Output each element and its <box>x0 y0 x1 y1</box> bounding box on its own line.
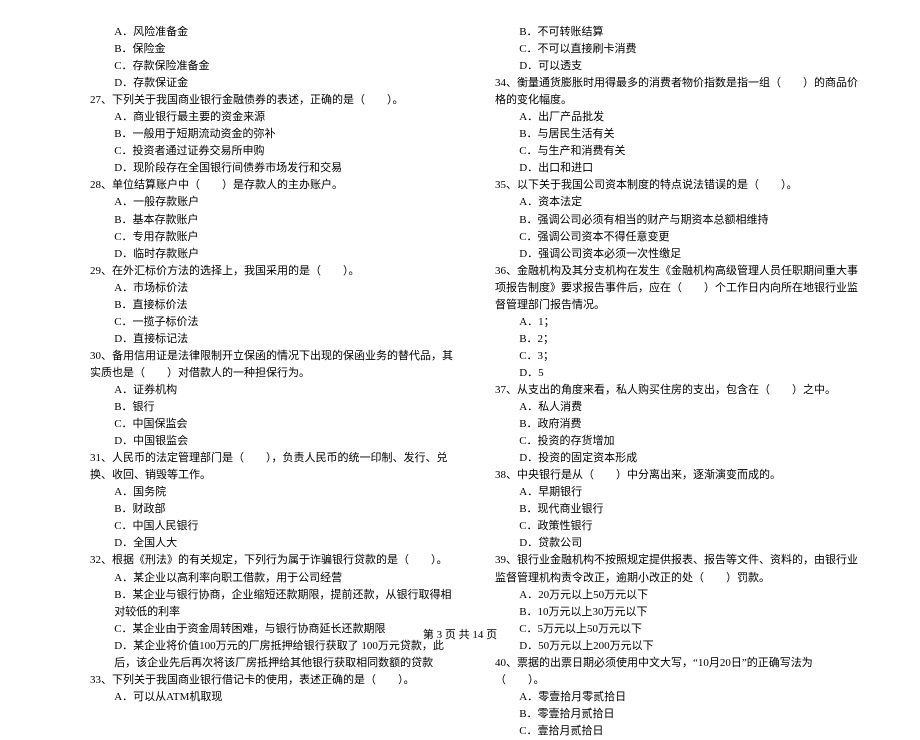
answer-option: C．中国人民银行 <box>90 518 455 535</box>
answer-option: C．3； <box>495 348 860 365</box>
answer-option: A．市场标价法 <box>90 280 455 297</box>
answer-option: D．中国银监会 <box>90 433 455 450</box>
answer-option: B．基本存款账户 <box>90 212 455 229</box>
answer-option: A．风险准备金 <box>90 24 455 41</box>
answer-option: A．1； <box>495 314 860 331</box>
answer-option: B．保险金 <box>90 41 455 58</box>
answer-option: C．中国保监会 <box>90 416 455 433</box>
answer-option: C．投资者通过证券交易所申购 <box>90 143 455 160</box>
question-line: 37、从支出的角度来看，私人购买住房的支出，包含在（ ）之中。 <box>495 382 860 399</box>
answer-option: A．可以从ATM机取现 <box>90 689 455 706</box>
answer-option: A．国务院 <box>90 484 455 501</box>
answer-option: D．投资的固定资本形成 <box>495 450 860 467</box>
question-line: 35、以下关于我国公司资本制度的特点说法错误的是（ ）。 <box>495 177 860 194</box>
answer-option: D．现阶段存在全国银行间债券市场发行和交易 <box>90 160 455 177</box>
answer-option: C．与生产和消费有关 <box>495 143 860 160</box>
answer-option: D．全国人大 <box>90 535 455 552</box>
question-line: 30、备用信用证是法律限制开立保函的情况下出现的保函业务的替代品，其实质也是（ … <box>90 348 455 382</box>
answer-option: C．一揽子标价法 <box>90 314 455 331</box>
question-line: 29、在外汇标价方法的选择上，我国采用的是（ ）。 <box>90 263 455 280</box>
question-line: 33、下列关于我国商业银行借记卡的使用，表述正确的是（ ）。 <box>90 672 455 689</box>
question-line: 32、根据《刑法》的有关规定，下列行为属于诈骗银行贷款的是（ ）。 <box>90 552 455 569</box>
answer-option: B．2； <box>495 331 860 348</box>
question-line: 31、人民币的法定管理部门是（ ），负责人民币的统一印制、发行、兑换、收回、销毁… <box>90 450 455 484</box>
answer-option: D．直接标记法 <box>90 331 455 348</box>
question-line: 34、衡量通货膨胀时用得最多的消费者物价指数是指一组（ ）的商品价格的变化幅度。 <box>495 75 860 109</box>
answer-option: A．出厂产品批发 <box>495 109 860 126</box>
question-line: 28、单位结算账户中（ ）是存款人的主办账户。 <box>90 177 455 194</box>
answer-option: B．银行 <box>90 399 455 416</box>
question-line: 27、下列关于我国商业银行金融债券的表述，正确的是（ ）。 <box>90 92 455 109</box>
answer-option: D．可以透支 <box>495 58 860 75</box>
answer-option: A．早期银行 <box>495 484 860 501</box>
answer-option: C．存款保险准备金 <box>90 58 455 75</box>
answer-option: A．零壹拾月零贰拾日 <box>495 689 860 706</box>
answer-option: B．政府消费 <box>495 416 860 433</box>
answer-option: B．10万元以上30万元以下 <box>495 604 860 621</box>
answer-option: A．私人消费 <box>495 399 860 416</box>
answer-option: D．强调公司资本必须一次性缴足 <box>495 246 860 263</box>
page-footer: 第 3 页 共 14 页 <box>0 626 920 642</box>
answer-option: D．出口和进口 <box>495 160 860 177</box>
answer-option: B．一般用于短期流动资金的弥补 <box>90 126 455 143</box>
answer-option: C．投资的存货增加 <box>495 433 860 450</box>
answer-option: B．与居民生活有关 <box>495 126 860 143</box>
answer-option: B．现代商业银行 <box>495 501 860 518</box>
answer-option: C．政策性银行 <box>495 518 860 535</box>
answer-option: A．资本法定 <box>495 194 860 211</box>
question-line: 40、票据的出票日期必须使用中文大写，“10月20日”的正确写法为（ ）。 <box>495 655 860 689</box>
answer-option: C．专用存款账户 <box>90 229 455 246</box>
answer-option: D．贷款公司 <box>495 535 860 552</box>
answer-option: D．某企业将价值100万元的厂房抵押给银行获取了 100万元贷款，此后，该企业先… <box>90 638 455 672</box>
answer-option: A．20万元以上50万元以下 <box>495 587 860 604</box>
answer-option: D．临时存款账户 <box>90 246 455 263</box>
answer-option: B．强调公司必须有相当的财产与期资本总额相维持 <box>495 212 860 229</box>
answer-option: C．壹拾月贰拾日 <box>495 723 860 740</box>
answer-option: A．商业银行最主要的资金来源 <box>90 109 455 126</box>
answer-option: B．直接标价法 <box>90 297 455 314</box>
answer-option: C．强调公司资本不得任意变更 <box>495 229 860 246</box>
answer-option: A．一般存款账户 <box>90 194 455 211</box>
question-line: 36、金融机构及其分支机构在发生《金融机构高级管理人员任职期间重大事项报告制度》… <box>495 263 860 314</box>
answer-option: B．不可转账结算 <box>495 24 860 41</box>
question-line: 38、中央银行是从（ ）中分离出来，逐渐演变而成的。 <box>495 467 860 484</box>
answer-option: B．财政部 <box>90 501 455 518</box>
answer-option: B．零壹拾月贰拾日 <box>495 706 860 723</box>
answer-option: A．某企业以高利率向职工借款，用于公司经营 <box>90 570 455 587</box>
answer-option: C．不可以直接刷卡消费 <box>495 41 860 58</box>
question-line: 39、银行业金融机构不按照规定提供报表、报告等文件、资料的，由银行业监督管理机构… <box>495 552 860 586</box>
answer-option: D．存款保证金 <box>90 75 455 92</box>
answer-option: A．证券机构 <box>90 382 455 399</box>
answer-option: B．某企业与银行协商，企业缩短还款期限，提前还款，从银行取得相对较低的利率 <box>90 587 455 621</box>
answer-option: D．5 <box>495 365 860 382</box>
